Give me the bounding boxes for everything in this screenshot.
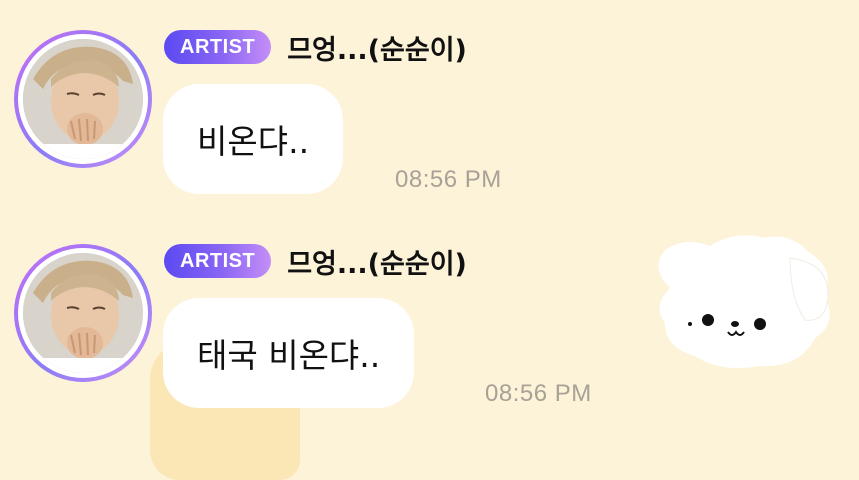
message-time: 08:56 PM bbox=[395, 166, 502, 193]
message-time: 08:56 PM bbox=[485, 380, 592, 407]
avatar-photo bbox=[23, 253, 143, 373]
message-header: ARTIST 므엉...(순순이) bbox=[164, 28, 467, 66]
artist-avatar[interactable] bbox=[14, 30, 152, 168]
avatar-photo bbox=[23, 39, 143, 159]
chat-message: ARTIST 므엉...(순순이) 비온댜.. 08:56 PM bbox=[0, 20, 859, 230]
artist-badge: ARTIST bbox=[164, 30, 272, 64]
sender-name[interactable]: 므엉...(순순이) bbox=[287, 28, 467, 67]
sender-name[interactable]: 므엉...(순순이) bbox=[287, 242, 467, 281]
message-bubble[interactable]: 태국 비온댜.. bbox=[163, 298, 415, 408]
message-header: ARTIST 므엉...(순순이) bbox=[164, 242, 467, 280]
puppy-sticker-icon bbox=[640, 228, 840, 378]
artist-badge: ARTIST bbox=[164, 244, 272, 278]
message-bubble[interactable]: 비온댜.. bbox=[163, 84, 344, 194]
artist-avatar[interactable] bbox=[14, 244, 152, 382]
